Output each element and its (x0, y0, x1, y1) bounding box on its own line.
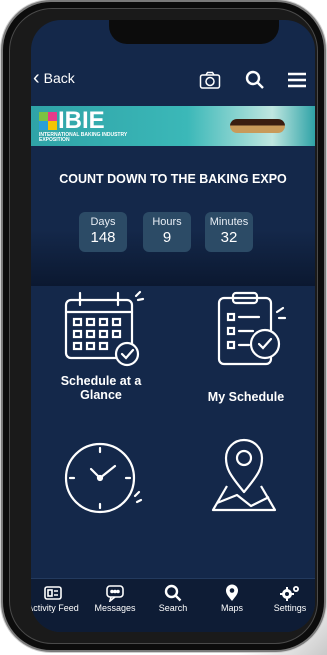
nav-settings[interactable]: Settings (265, 583, 315, 613)
nav-label: Messages (94, 603, 136, 613)
search-icon[interactable] (245, 70, 265, 95)
days-label: Days (90, 216, 116, 228)
nav-messages[interactable]: Messages (87, 583, 143, 613)
clipboard-check-icon (217, 291, 287, 366)
back-button[interactable]: ‹ Back (33, 68, 75, 88)
tile-clock[interactable] (55, 434, 145, 518)
tile-map[interactable] (199, 434, 289, 518)
nav-label: Search (158, 603, 188, 613)
camera-icon[interactable] (199, 70, 221, 95)
countdown-hours: Hours 9 (143, 212, 191, 252)
tile-label: Schedule at a Glance (60, 374, 142, 402)
home-indicator-area (31, 622, 315, 632)
ibie-logo: IBIE (39, 109, 105, 133)
nav-label: Activity Feed (31, 603, 79, 613)
settings-gear-icon (280, 586, 299, 601)
countdown-minutes: Minutes 32 (205, 212, 253, 252)
logo-subtext: INTERNATIONAL BAKING INDUSTRY EXPOSITION (39, 132, 128, 143)
hours-label: Hours (152, 216, 182, 228)
nav-activity-feed[interactable]: Activity Feed (31, 583, 81, 613)
nav-maps[interactable]: Maps (209, 583, 255, 613)
location-pin-icon (226, 584, 238, 601)
nav-label: Settings (273, 603, 307, 613)
countdown-title: COUNT DOWN TO THE BAKING EXPO (59, 172, 287, 186)
days-value: 148 (90, 229, 116, 246)
activity-feed-icon (44, 586, 62, 600)
nav-label: Maps (220, 603, 243, 613)
tile-label: My Schedule (207, 390, 285, 404)
tile-my-schedule[interactable]: My Schedule (191, 288, 301, 404)
phone-notch (109, 20, 279, 44)
chevron-left-icon: ‹ (33, 67, 40, 89)
logo-cube-icon (39, 112, 57, 130)
minutes-label: Minutes (209, 216, 249, 228)
clock-icon (64, 442, 143, 514)
tile-schedule-at-a-glance[interactable]: Schedule at a Glance (51, 288, 151, 402)
menu-icon[interactable] (287, 70, 307, 95)
messages-icon (106, 585, 124, 602)
search-icon (164, 584, 182, 602)
calendar-check-icon (64, 290, 145, 367)
app-screen: ‹ Back IBIE INTERNATIONAL BAKING INDUSTR… (31, 20, 315, 632)
countdown-section: COUNT DOWN TO THE BAKING EXPO Days 148 H… (31, 146, 315, 286)
top-bar: ‹ Back (31, 66, 315, 96)
minutes-value: 32 (220, 229, 238, 246)
sponsor-banner[interactable]: IBIE INTERNATIONAL BAKING INDUSTRY EXPOS… (31, 106, 315, 146)
countdown-days: Days 148 (79, 212, 127, 252)
bottom-nav: Activity Feed Messages Search Maps Setti… (31, 578, 315, 623)
eclair-image (230, 119, 285, 133)
hours-value: 9 (162, 229, 172, 246)
back-label: Back (43, 70, 75, 86)
map-pin-icon (211, 438, 277, 512)
nav-search[interactable]: Search (149, 583, 197, 613)
